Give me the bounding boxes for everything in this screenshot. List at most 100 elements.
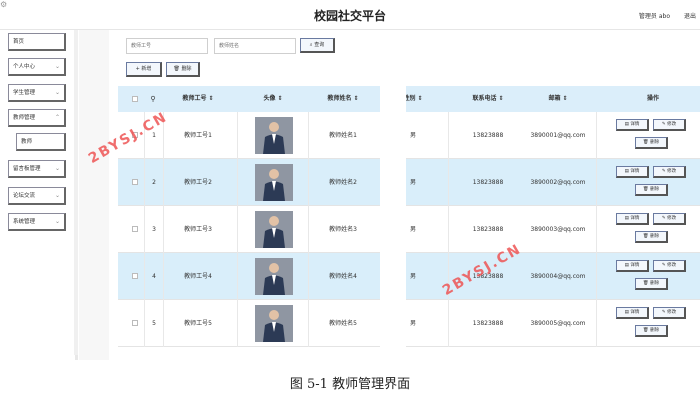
avatar [255,164,293,201]
select-all-checkbox[interactable] [132,96,138,102]
current-user: 管理员 abo [638,13,670,20]
chevron-down-icon: ⌄ [54,218,60,225]
divider [144,159,145,206]
chevron-up-icon: ⌃ [54,114,60,121]
teacher-name: 教师姓名2 [329,179,357,186]
row-checkbox[interactable] [132,179,138,185]
edit-button[interactable]: ✎ 修改 [653,119,686,131]
column-header-phone[interactable]: 联系电话 ⇕ [453,86,523,112]
row-index: 5 [152,320,156,327]
detail-button[interactable]: ▤ 详情 [616,307,649,319]
edit-button[interactable]: ✎ 修改 [653,260,686,272]
sidebar-item-messages[interactable]: 留言板管理 ⌄ [8,160,66,178]
row-checkbox[interactable] [132,320,138,326]
screenshot: ⚙ 校园社交平台 管理员 abo 退出 首页 个人中心 ⌄ 学生管理 ⌄ 教师管理 ⌃… [0,0,700,360]
detail-button[interactable]: ▤ 详情 [616,119,649,131]
index-header: ⚲ [150,95,156,103]
teacher-no: 教师工号1 [184,132,212,139]
teacher-no: 教师工号4 [184,273,212,280]
top-bar: ⚙ 校园社交平台 管理员 abo 退出 [0,0,700,30]
row-delete-button[interactable]: 🗑 删除 [635,184,668,196]
table-row: 3 教师工号3 教师姓名3 男 13823888 3890003@qq.com ▤ 详情 ✎ … [118,206,700,253]
divider [596,300,597,347]
divider [237,112,238,159]
chevron-down-icon: ⌄ [54,89,60,96]
row-checkbox[interactable] [132,226,138,232]
sidebar-scrollbar[interactable] [74,30,78,355]
divider [237,253,238,300]
row-checkbox[interactable] [132,273,138,279]
edit-button[interactable]: ✎ 修改 [653,213,686,225]
sidebar-item-home[interactable]: 首页 [8,33,66,51]
divider [144,206,145,253]
edit-button[interactable]: ✎ 修改 [653,166,686,178]
teacher-no-search-input[interactable] [126,38,208,54]
row-index: 4 [152,273,156,280]
app-title: 校园社交平台 [313,9,386,23]
sidebar-item-profile[interactable]: 个人中心 ⌄ [8,58,66,76]
trash-icon: 🗑 [642,187,651,192]
logout-link[interactable]: 退出 [684,11,696,20]
divider [596,253,597,300]
sidebar: 首页 个人中心 ⌄ 学生管理 ⌄ 教师管理 ⌃ 教师 留言板管理 ⌄ 论坛交流 ⌄ 系统管… [0,30,78,360]
teacher-no: 教师工号2 [184,179,212,186]
avatar [255,305,293,342]
sidebar-item-students[interactable]: 学生管理 ⌄ [8,84,66,102]
detail-button[interactable]: ▤ 详情 [616,166,649,178]
divider [596,206,597,253]
divider [237,206,238,253]
row-delete-button[interactable]: 🗑 删除 [635,231,668,243]
delete-button[interactable]: 🗑 删除 [166,62,200,77]
row-delete-button[interactable]: 🗑 删除 [635,325,668,337]
row-delete-button[interactable]: 🗑 删除 [635,137,668,149]
blank-column [380,86,406,356]
teacher-no: 教师工号3 [184,226,212,233]
sidebar-item-system[interactable]: 系统管理 ⌄ [8,213,66,231]
column-header-email[interactable]: 邮箱 ⇕ [528,86,588,112]
trash-icon: 🗑 [642,328,651,333]
teacher-no: 教师工号5 [184,320,212,327]
detail-button[interactable]: ▤ 详情 [616,260,649,272]
table-row: 5 教师工号5 教师姓名5 男 13823888 3890005@qq.com ▤ 详情 ✎ … [118,300,700,347]
divider [237,300,238,347]
detail-button[interactable]: ▤ 详情 [616,213,649,225]
content-margin [79,30,109,360]
column-header-actions: 操作 [646,95,659,102]
teacher-name: 教师姓名4 [329,273,357,280]
sidebar-item-forum[interactable]: 论坛交流 ⌄ [8,187,66,205]
divider [448,159,449,206]
chevron-down-icon: ⌄ [54,165,60,172]
teacher-phone: 13823888 [472,132,504,139]
teacher-name-search-input[interactable] [214,38,296,54]
avatar [255,211,293,248]
column-header-name[interactable]: 教师姓名 ⇕ [308,86,378,112]
column-header-avatar[interactable]: 头像 ⇕ [238,86,308,112]
edit-button[interactable]: ✎ 修改 [653,307,686,319]
divider [144,253,145,300]
avatar [255,117,293,154]
trash-icon: 🗑 [642,281,651,286]
person-photo-icon [255,117,293,154]
row-delete-button[interactable]: 🗑 删除 [635,278,668,290]
teacher-email: 3890004@qq.com [530,273,586,280]
teacher-name: 教师姓名1 [329,132,357,139]
row-index: 2 [152,179,156,186]
search-button[interactable]: ⌕ 查询 [300,38,335,53]
divider [237,159,238,206]
person-photo-icon [255,211,293,248]
person-photo-icon [255,164,293,201]
add-button[interactable]: + 新增 [126,62,162,77]
teacher-name: 教师姓名5 [329,320,357,327]
column-header-no[interactable]: 教师工号 ⇕ [163,86,233,112]
table-header: ⚲ 教师工号 ⇕ 头像 ⇕ 教师姓名 ⇕ 性别 ⇕ 联系电话 ⇕ 邮箱 ⇕ 操作 [118,86,700,112]
figure-caption: 图 5-1 教师管理界面 [289,377,411,392]
divider [448,300,449,347]
trash-icon: 🗑 [642,140,651,145]
chevron-down-icon: ⌄ [54,192,60,199]
divider [144,300,145,347]
teacher-phone: 13823888 [472,179,504,186]
sidebar-item-teachers[interactable]: 教师管理 ⌃ [8,109,66,127]
teacher-name: 教师姓名3 [329,226,357,233]
divider [596,112,597,159]
sidebar-subitem-teacher[interactable]: 教师 [16,133,66,151]
